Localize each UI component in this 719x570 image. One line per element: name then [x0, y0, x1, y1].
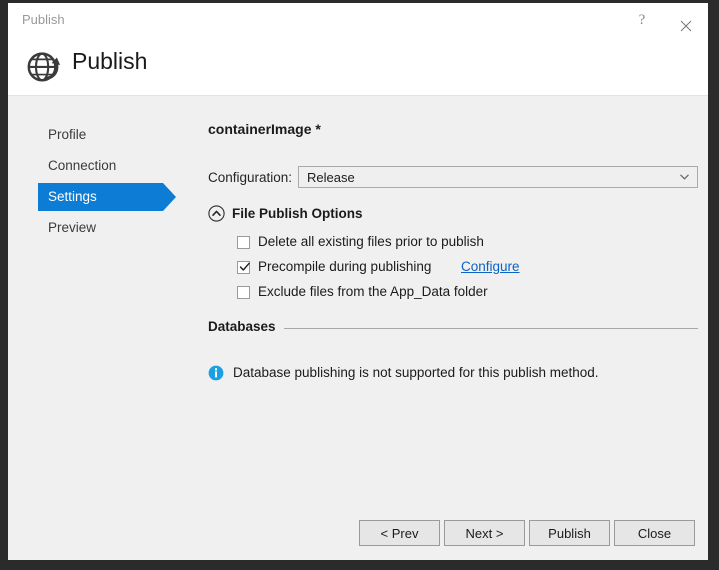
sidebar-item-label: Profile [48, 127, 87, 142]
databases-info-message: Database publishing is not supported for… [233, 365, 599, 380]
databases-group-header: Databases [208, 319, 698, 337]
checkbox-label: Delete all existing files prior to publi… [258, 234, 484, 249]
close-button[interactable]: Close [614, 520, 695, 546]
sidebar-item-label: Connection [48, 158, 117, 173]
checkbox-exclude-appdata[interactable] [237, 286, 250, 299]
check-icon [239, 262, 250, 271]
prev-button[interactable]: < Prev [359, 520, 440, 546]
chevron-down-icon [680, 174, 689, 180]
selected-arrow-icon [163, 183, 176, 211]
sidebar-item-connection[interactable]: Connection [38, 152, 163, 180]
sidebar-item-label: Settings [48, 189, 97, 204]
configuration-value: Release [307, 170, 355, 185]
sidebar-item-preview[interactable]: Preview [38, 214, 163, 242]
publish-dialog: Publish ? Publish Profile Connection Set… [8, 3, 708, 560]
checkbox-label: Precompile during publishing [258, 259, 432, 274]
sidebar: Profile Connection Settings Preview [8, 96, 190, 560]
chevron-up-circle-icon [208, 205, 225, 222]
dialog-footer: < Prev Next > Publish Close [8, 502, 708, 560]
page-title: Publish [72, 48, 148, 74]
window-title: Publish [22, 12, 65, 27]
next-button[interactable]: Next > [444, 520, 525, 546]
profile-name: containerImage * [208, 121, 321, 137]
header-band: Publish [8, 37, 708, 96]
sidebar-item-settings[interactable]: Settings [38, 183, 176, 211]
sidebar-item-profile[interactable]: Profile [38, 121, 163, 149]
configuration-label: Configuration: [208, 170, 293, 185]
checkbox-precompile[interactable] [237, 261, 250, 274]
sidebar-item-label: Preview [48, 220, 97, 235]
help-icon: ? [638, 12, 646, 28]
checkbox-delete-existing[interactable] [237, 236, 250, 249]
configuration-select[interactable]: Release [298, 166, 698, 188]
close-window-button[interactable] [664, 3, 708, 37]
configure-link[interactable]: Configure [461, 259, 520, 274]
help-button[interactable]: ? [620, 3, 664, 37]
close-icon [680, 20, 692, 31]
title-bar: Publish ? [8, 3, 708, 38]
info-icon [208, 365, 224, 381]
globe-publish-icon [27, 52, 61, 82]
publish-button[interactable]: Publish [529, 520, 610, 546]
databases-title: Databases [208, 319, 284, 334]
file-publish-options-title: File Publish Options [232, 206, 363, 221]
checkbox-label: Exclude files from the App_Data folder [258, 284, 488, 299]
settings-panel: containerImage * Configuration: Release … [190, 96, 708, 560]
